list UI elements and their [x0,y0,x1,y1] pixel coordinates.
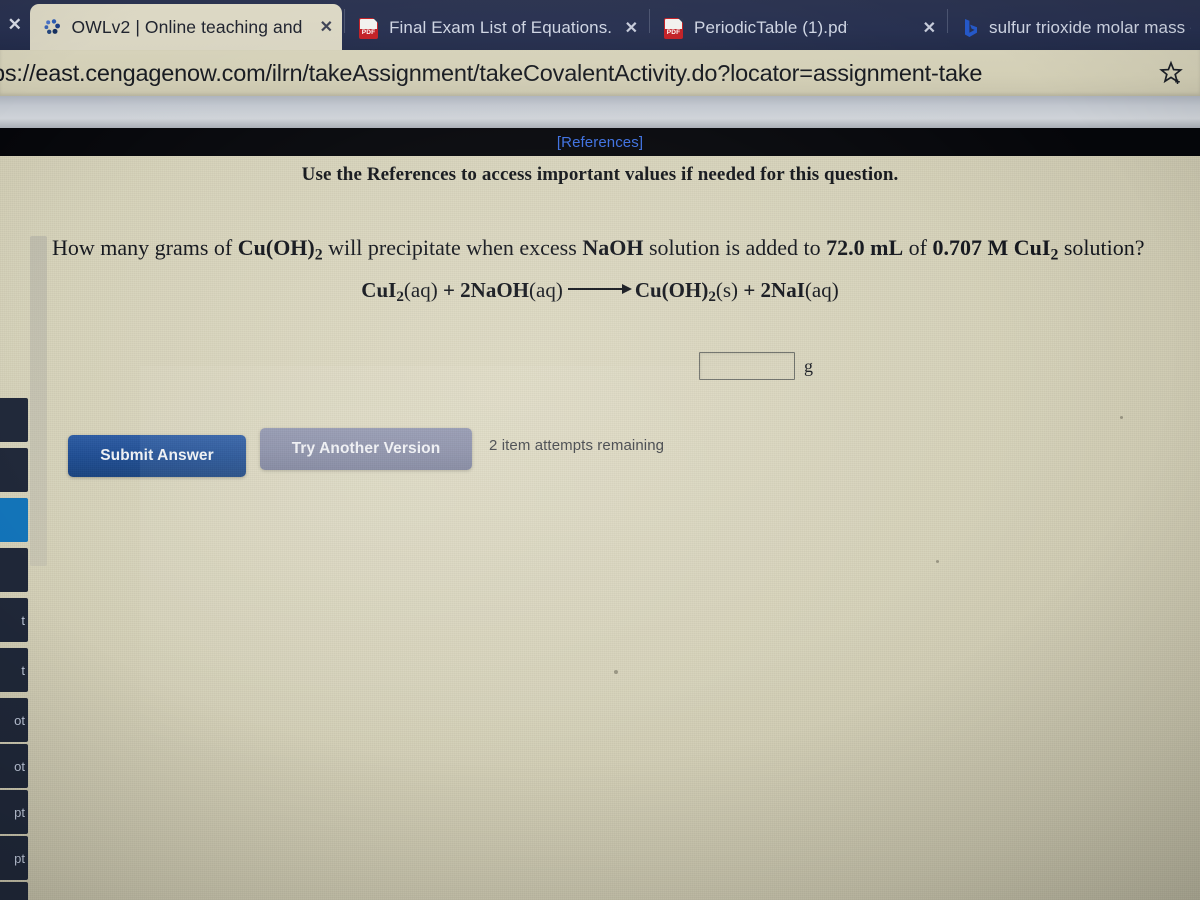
url-text[interactable]: ps://east.cengagenow.com/ilrn/takeAssign… [0,60,1156,87]
taskbar-item[interactable]: ot [0,744,28,788]
taskbar-item[interactable]: t [0,648,28,692]
address-bar[interactable]: ps://east.cengagenow.com/ilrn/takeAssign… [0,50,1200,96]
answer-row: g [699,352,813,380]
tab-title-periodic-table-pdf: PeriodicTable (1).pdf [694,18,848,37]
arrow-right-icon [567,283,634,294]
state-aq: (aq) [529,278,563,302]
plus-sign: + [437,278,461,302]
subscript: 2 [314,246,323,264]
question-part-2: will precipitate when excess [322,235,583,260]
screen-glare [140,366,920,796]
taskbar-item[interactable] [0,548,28,592]
pdf-icon: PDF [664,17,685,39]
browser-tab-final-exam-pdf[interactable]: PDF Final Exam List of Equations.pd ✕ [347,6,647,50]
question-compound-naoh: NaOH [582,235,644,260]
taskbar-item[interactable]: t [0,598,28,642]
taskbar-item[interactable]: pt [0,836,28,880]
subscript: 2 [396,289,404,306]
owl-dots-icon [42,17,63,38]
question-compound-cu-oh-2: Cu(OH) [237,235,315,260]
question-compound-cui2: CuI [1013,235,1051,260]
tab-title-final-exam-pdf: Final Exam List of Equations.pd [389,18,612,37]
product-nai: 2NaI [760,278,805,302]
references-instruction: Use the References to access important v… [301,164,899,185]
browser-toolbar-band [0,96,1200,128]
plus-sign: + [738,278,761,302]
references-bar: [References] [0,128,1200,156]
assignment-page: Use the References to access important v… [0,156,1200,900]
tab-title-sulfur-trioxide-search: sulfur trioxide molar mass - Bi [989,18,1191,37]
attempts-remaining-text: 2 item attempts remaining [489,437,665,454]
browser-screenshot-photo: ✕ OWLv2 | Online teaching and l ✕ PDF Fi… [0,0,1200,900]
question-concentration: 0.707 M [932,235,1009,260]
browser-tab-periodic-table-pdf[interactable]: PDF PeriodicTable (1).pdf ✕ [652,6,945,50]
reactant-naoh: 2NaOH [460,278,530,302]
tab-close-icon-offscreen[interactable]: ✕ [0,0,30,50]
bing-icon [962,17,980,39]
close-icon[interactable]: ✕ [320,17,333,37]
question-part-3: solution is added to [643,235,827,260]
answer-input[interactable] [699,352,795,380]
dust-speck [936,560,939,563]
taskbar-item-selected[interactable] [0,498,28,542]
browser-tab-strip: ✕ OWLv2 | Online teaching and l ✕ PDF Fi… [0,0,1200,50]
state-aq: (aq) [403,278,438,302]
close-icon[interactable]: ✕ [625,18,638,38]
subscript: 2 [708,289,716,306]
submit-answer-button[interactable]: Submit Answer [68,435,246,477]
page-scroll-gutter[interactable] [30,236,47,566]
close-icon[interactable]: ✕ [923,18,936,38]
try-another-version-button[interactable]: Try Another Version [260,428,472,470]
browser-tab-sulfur-trioxide-search[interactable]: sulfur trioxide molar mass - Bi [950,6,1200,50]
offscreen-taskbar-sliver: t t ot ot pt pt pt [0,156,30,900]
question-part-1: How many grams of [52,235,238,260]
dust-speck [1120,416,1123,419]
pdf-icon: PDF [359,17,380,39]
taskbar-item[interactable]: pt [0,882,28,900]
taskbar-item[interactable]: ot [0,698,28,742]
state-s: (s) [715,278,739,302]
taskbar-item[interactable]: pt [0,790,28,834]
question-part-4: of [903,235,933,260]
tab-title-owlv2: OWLv2 | Online teaching and l [71,16,307,37]
reactant-cui2: CuI [361,278,397,302]
star-icon[interactable] [1156,58,1186,88]
browser-tab-owlv2[interactable]: OWLv2 | Online teaching and l ✕ [29,4,343,50]
tab-divider [947,9,948,33]
answer-unit-label: g [804,355,813,376]
references-link[interactable]: [References] [557,134,643,151]
taskbar-item[interactable] [0,448,28,492]
tab-divider [344,9,346,33]
question-part-5: solution? [1058,235,1145,260]
question-volume: 72.0 mL [826,235,904,260]
question-text: How many grams of Cu(OH)2 will precipita… [52,234,1145,265]
dust-speck [614,670,618,674]
tab-divider [649,9,651,33]
taskbar-item[interactable] [0,398,28,442]
product-cu-oh-2: Cu(OH) [634,278,709,302]
state-aq: (aq) [804,278,839,302]
chemical-equation: CuI2(aq) + 2NaOH(aq) Cu(OH)2(s) + 2NaI(aq… [0,278,1200,306]
